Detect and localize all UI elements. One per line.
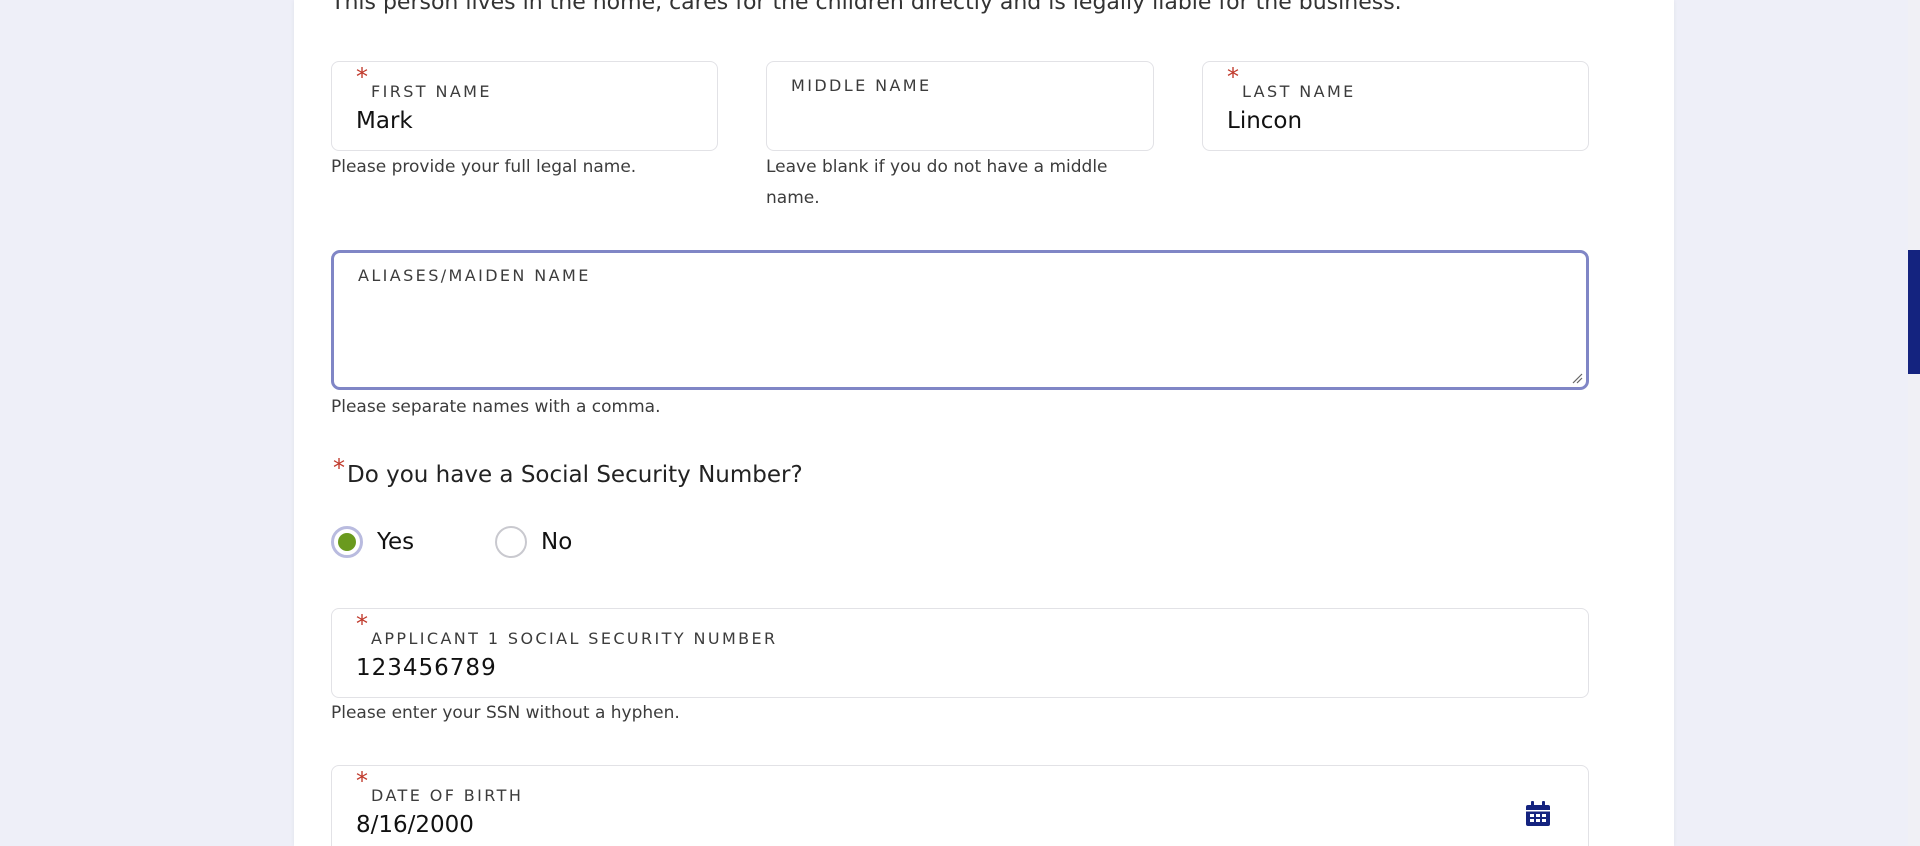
- page: This person lives in the home, cares for…: [0, 0, 1920, 846]
- required-mark: *: [356, 63, 368, 91]
- last-name-field[interactable]: * LAST NAME: [1202, 61, 1589, 151]
- last-name-input[interactable]: [1227, 108, 1535, 134]
- resize-handle-icon[interactable]: [1571, 372, 1583, 384]
- aliases-help: Please separate names with a comma.: [331, 397, 661, 417]
- first-name-field[interactable]: * FIRST NAME: [331, 61, 718, 151]
- radio-dot: [338, 533, 356, 551]
- ssn-field[interactable]: * APPLICANT 1 SOCIAL SECURITY NUMBER: [331, 608, 1589, 698]
- radio-yes[interactable]: Yes: [331, 526, 414, 558]
- middle-name-help: Leave blank if you do not have a middle …: [766, 157, 1108, 208]
- aliases-field[interactable]: ALIASES/MAIDEN NAME: [331, 250, 1589, 390]
- ssn-input[interactable]: [356, 655, 1361, 681]
- aliases-textarea[interactable]: [356, 298, 1560, 382]
- aliases-label: ALIASES/MAIDEN NAME: [358, 266, 591, 285]
- radio-circle[interactable]: [331, 526, 363, 558]
- ssn-question: *Do you have a Social Security Number?: [333, 454, 803, 488]
- dob-input[interactable]: [356, 812, 1361, 838]
- first-name-help: Please provide your full legal name.: [331, 157, 637, 177]
- scrollbar-thumb[interactable]: [1908, 250, 1920, 374]
- ssn-question-text: Do you have a Social Security Number?: [347, 462, 803, 488]
- middle-name-input[interactable]: [791, 108, 1100, 134]
- ssn-help: Please enter your SSN without a hyphen.: [331, 703, 680, 723]
- middle-name-field[interactable]: MIDDLE NAME: [766, 61, 1154, 151]
- radio-yes-label: Yes: [377, 529, 415, 555]
- middle-name-label: MIDDLE NAME: [791, 76, 932, 95]
- calendar-icon[interactable]: [1524, 800, 1552, 828]
- required-mark: *: [1227, 63, 1239, 91]
- scrollbar-track[interactable]: [1908, 0, 1920, 846]
- last-name-label: LAST NAME: [1242, 82, 1356, 101]
- radio-no-label: No: [541, 529, 573, 555]
- dob-label: DATE OF BIRTH: [371, 786, 524, 805]
- radio-circle[interactable]: [495, 526, 527, 558]
- first-name-label: FIRST NAME: [371, 82, 492, 101]
- intro-text: This person lives in the home, cares for…: [331, 0, 1402, 15]
- radio-no[interactable]: No: [495, 526, 572, 558]
- required-mark: *: [356, 767, 368, 795]
- required-mark: *: [333, 454, 345, 482]
- required-mark: *: [356, 610, 368, 638]
- ssn-label: APPLICANT 1 SOCIAL SECURITY NUMBER: [371, 629, 778, 648]
- first-name-input[interactable]: [356, 108, 664, 134]
- dob-field[interactable]: * DATE OF BIRTH: [331, 765, 1589, 846]
